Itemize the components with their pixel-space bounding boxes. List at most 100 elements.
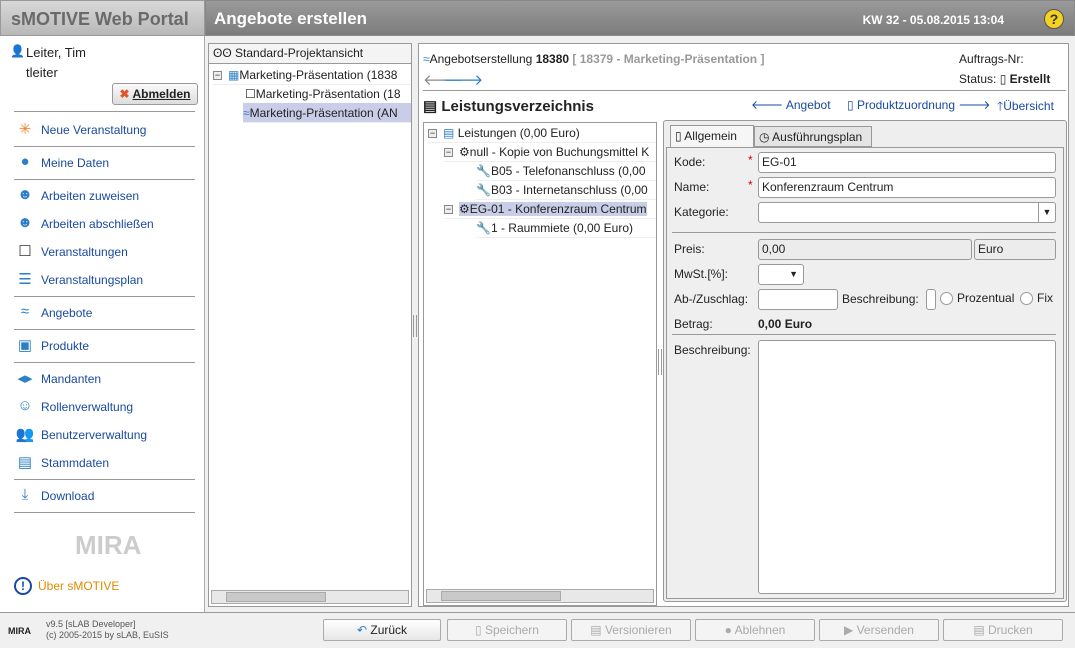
presentation-new-icon: ✳ <box>18 121 32 138</box>
logout-button[interactable]: ✖ Abmelden <box>112 83 198 105</box>
section-title: Leistungsverzeichnis <box>441 98 594 115</box>
tab-allgemein[interactable]: ▯ Allgemein <box>670 125 754 147</box>
sidebar-item-angebote[interactable]: ≈ Angebote <box>14 302 93 324</box>
offer-icon: ≈ <box>423 52 430 66</box>
horizontal-scrollbar[interactable] <box>426 589 654 603</box>
version-button[interactable]: ▤ Versionieren <box>571 619 691 641</box>
preis-input: 0,00 <box>758 239 972 260</box>
gear-icon: ⚙ <box>459 145 470 159</box>
splitter-handle[interactable] <box>413 315 417 337</box>
tree-item[interactable]: 🔧1 - Raummiete (0,00 Euro) <box>476 218 656 238</box>
sidebar-item-mandanten[interactable]: ◂▸ Mandanten <box>14 368 101 390</box>
kategorie-select[interactable] <box>758 202 1056 223</box>
chevron-down-icon[interactable]: ▼ <box>1038 203 1055 222</box>
worker-icon: ☻ <box>17 186 33 203</box>
page-title: Angebote erstellen <box>214 9 368 28</box>
project-icon: ▦ <box>228 68 240 82</box>
mwst-select[interactable]: ▼ <box>758 264 804 285</box>
wrench-icon: 🔧 <box>476 183 491 197</box>
tree-item-selected[interactable]: − ⚙EG-01 - Konferenzraum Centrum <box>444 199 656 219</box>
presentation-icon: ☐ <box>18 243 32 260</box>
sidebar-item-download[interactable]: ⤓ Download <box>14 485 95 507</box>
clients-icon: ◂▸ <box>17 370 33 387</box>
zuschlag-input[interactable] <box>758 289 838 310</box>
wrench-icon: 🔧 <box>476 221 491 235</box>
info-icon: ! <box>14 577 32 595</box>
gear-icon: ⚙ <box>459 202 470 216</box>
print-button[interactable]: ▤ Drucken <box>943 619 1063 641</box>
user-icon: ● <box>20 153 30 170</box>
horizontal-scrollbar[interactable] <box>211 590 409 604</box>
mira-small-logo: MIRA <box>8 626 31 636</box>
chevron-down-icon: ▼ <box>789 269 798 279</box>
name-input[interactable]: Konferenzraum Centrum <box>758 177 1056 198</box>
nav-produktzuordnung[interactable]: ▯ Produktzuordnung 🡒 <box>847 97 991 112</box>
collapse-icon: − <box>213 70 222 81</box>
nav-angebot[interactable]: 🡐 Angebot <box>751 97 831 112</box>
order-no-label: Auftrags-Nr: <box>959 52 1024 66</box>
project-view-title: Standard-Projektansicht <box>235 46 364 60</box>
tree-item[interactable]: 🔧B05 - Telefonanschluss (0,00 <box>476 161 656 181</box>
user-login: tleiter <box>26 65 58 80</box>
tree-item[interactable]: 🔧B03 - Internetanschluss (0,00 <box>476 180 656 200</box>
fix-radio[interactable]: Fix <box>1020 291 1053 306</box>
sidebar-item-stammdaten[interactable]: ▤ Stammdaten <box>14 452 109 474</box>
list-icon: ▤ <box>423 98 438 115</box>
header-bar: Angebote erstellen KW 32 - 05.08.2015 13… <box>205 0 1075 36</box>
tree-item[interactable]: ☐Marketing-Präsentation (18 <box>245 84 411 104</box>
sidebar-item-veranstaltungen[interactable]: ☐ Veranstaltungen <box>14 241 127 263</box>
user-name: Leiter, Tim <box>26 45 86 60</box>
offer-icon: ≈ <box>20 303 30 320</box>
save-button[interactable]: ▯ Speichern <box>447 619 567 641</box>
tree-item[interactable]: − ▦Marketing-Präsentation (1838 <box>213 65 411 85</box>
master-data-icon: ▤ <box>17 454 33 471</box>
tree-item[interactable]: − ▤ Leistungen (0,00 Euro) <box>428 123 656 143</box>
services-tree: − ▤ Leistungen (0,00 Euro) − ⚙null - Kopie… <box>423 122 657 606</box>
users-icon: 👥 <box>15 426 35 443</box>
reject-button[interactable]: ● Ablehnen <box>695 619 815 641</box>
sidebar-item-meine-daten[interactable]: ● Meine Daten <box>14 152 109 174</box>
zuschlag-beschreibung-input[interactable] <box>926 289 936 310</box>
product-icon: ▣ <box>17 337 33 354</box>
about-link[interactable]: ! Über sMOTIVE <box>14 577 119 595</box>
project-tree-panel: ʘʘ Standard-Projektansicht − ▦Marketing-P… <box>208 43 412 607</box>
currency-field: Euro <box>974 239 1056 260</box>
roles-icon: ☺ <box>17 397 33 414</box>
tab-ausfuehrungsplan[interactable]: ◷ Ausführungsplan <box>754 126 872 147</box>
help-icon[interactable]: ? <box>1044 9 1064 29</box>
offer-icon: ≈ <box>243 106 250 120</box>
plan-icon: ☰ <box>18 271 32 288</box>
worker-done-icon: ☻ <box>17 214 33 231</box>
status-value: Erstellt <box>1009 72 1051 86</box>
wrench-icon: 🔧 <box>476 164 491 178</box>
close-icon: ✖ <box>119 87 130 101</box>
datetime: KW 32 - 05.08.2015 13:04 <box>862 13 1004 27</box>
user-icon: 👤 <box>10 44 25 58</box>
main-panel: ≈Angebotserstellung 18380 [ 18379 - Mark… <box>418 43 1069 607</box>
splitter-handle[interactable] <box>658 349 662 375</box>
download-icon: ⤓ <box>21 486 29 503</box>
kode-input[interactable]: EG-01 <box>758 152 1056 173</box>
back-button[interactable]: ↶ Zurück <box>323 619 441 641</box>
sidebar-item-neue-veranstaltung[interactable]: ✳ Neue Veranstaltung <box>14 119 147 141</box>
sidebar-item-arbeiten-abschliessen[interactable]: ☻ Arbeiten abschließen <box>14 213 154 235</box>
mira-logo: MIRA <box>75 530 142 560</box>
sidebar-item-produkte[interactable]: ▣ Produkte <box>14 335 89 357</box>
document-icon: ▯ <box>999 72 1007 86</box>
prozentual-radio[interactable]: Prozentual <box>940 291 1014 306</box>
app-title: sMOTIVE Web Portal <box>0 0 205 36</box>
sidebar-item-arbeiten-zuweisen[interactable]: ☻ Arbeiten zuweisen <box>14 185 139 207</box>
details-panel: ▯ Allgemein ◷ Ausführungsplan Kode: * EG-… <box>663 120 1067 602</box>
send-button[interactable]: ▶ Versenden <box>819 619 939 641</box>
beschreibung-textarea[interactable] <box>758 340 1056 594</box>
sidebar-item-rollenverwaltung[interactable]: ☺ Rollenverwaltung <box>14 396 133 418</box>
sidebar-item-benutzerverwaltung[interactable]: 👥 Benutzerverwaltung <box>14 424 147 446</box>
document-icon: ▤ <box>443 126 455 140</box>
presentation-icon: ☐ <box>245 87 256 101</box>
nav-uebersicht[interactable]: 🡑Übersicht <box>997 97 1054 118</box>
tree-item-selected[interactable]: ≈Marketing-Präsentation (AN <box>243 103 411 123</box>
sidebar-item-veranstaltungsplan[interactable]: ☰ Veranstaltungsplan <box>14 269 143 291</box>
forward-arrow-icon[interactable]: 🡒 <box>443 70 483 89</box>
betrag-value: 0,00 Euro <box>758 317 813 331</box>
tree-item[interactable]: − ⚙null - Kopie von Buchungsmittel K <box>444 142 656 162</box>
